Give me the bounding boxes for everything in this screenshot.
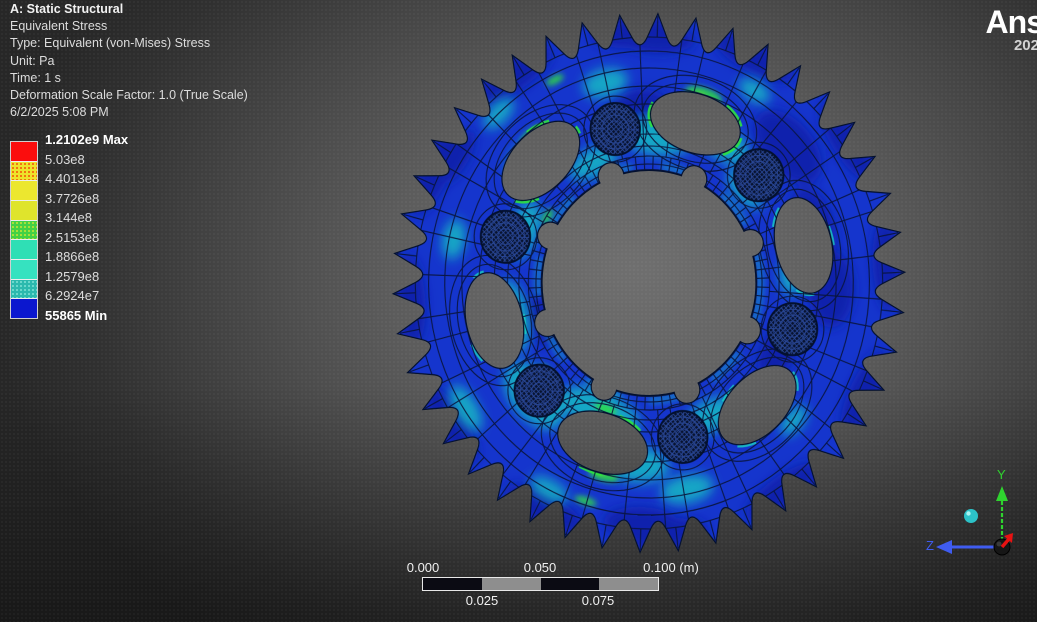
z-axis-arrowhead [936, 540, 952, 554]
triad-origin-highlight [997, 542, 1002, 547]
rotation-center-sphere [964, 509, 978, 523]
z-axis-label: Z [926, 538, 934, 553]
y-axis-label: Y [997, 467, 1006, 482]
orientation-triad[interactable]: Y Z [0, 0, 1037, 622]
y-axis-arrowhead [996, 486, 1008, 501]
rotation-center-highlight [966, 511, 970, 515]
ansys-viewport[interactable]: { "header": { "title": "A: Static Struct… [0, 0, 1037, 622]
